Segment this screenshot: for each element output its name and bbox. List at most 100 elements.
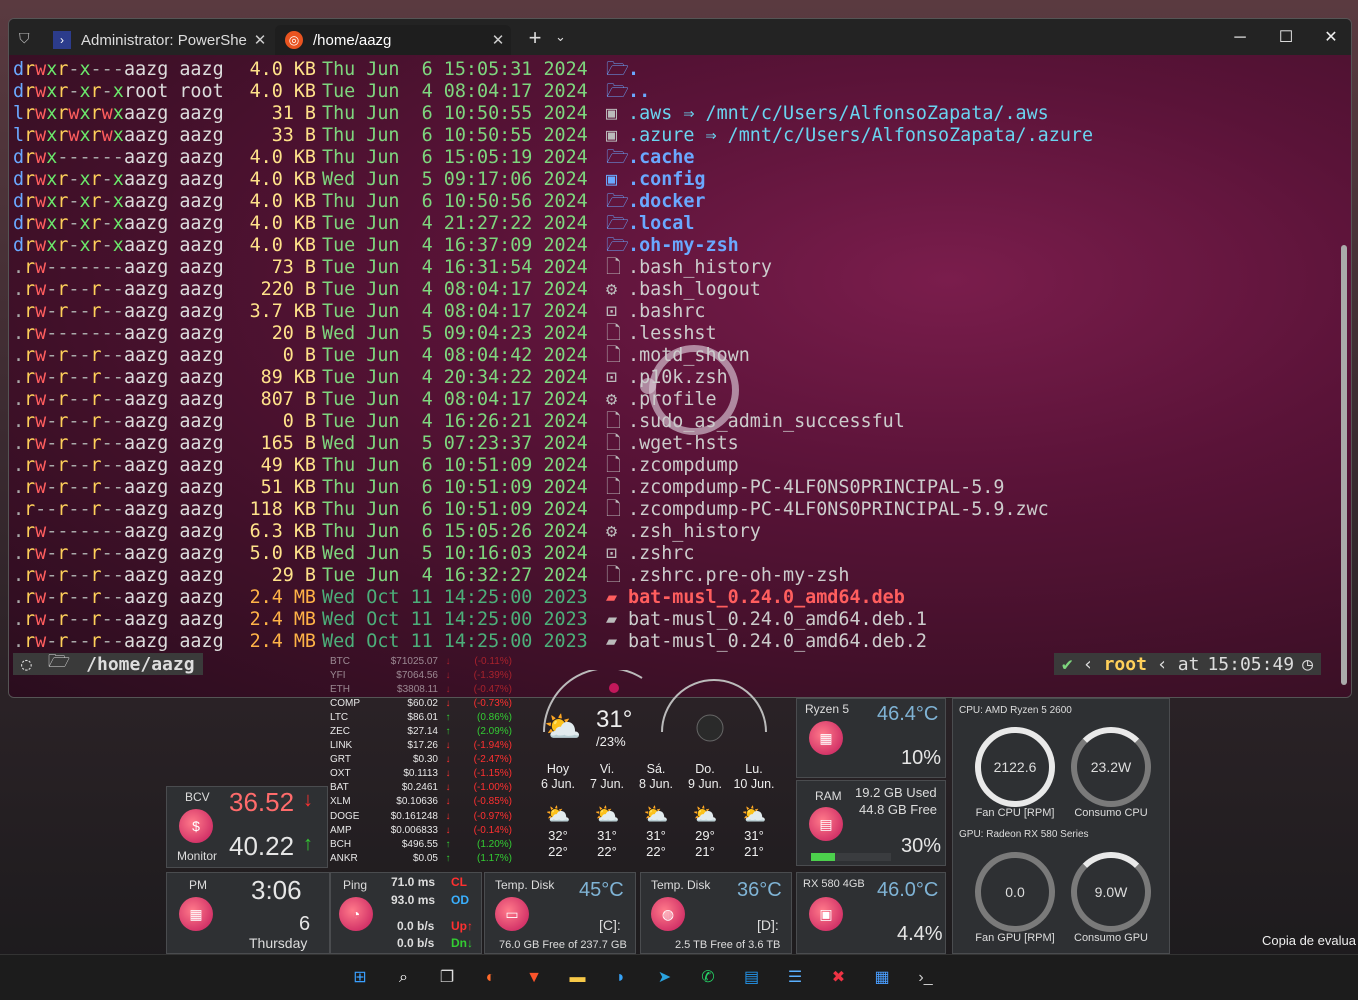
file-name: bat-musl_0.24.0_amd64.deb.1 xyxy=(628,609,927,630)
temp-low: 22° xyxy=(548,844,568,859)
check-icon: ✔ xyxy=(1061,653,1073,675)
arrow-down-icon: ↓ xyxy=(445,669,451,681)
file-type-icon: 🗋 xyxy=(606,323,621,344)
shield-icon: ⛉ xyxy=(19,30,30,46)
crypto-change: (-1.39%) xyxy=(473,669,512,681)
ls-row: drwx------aazg aazg 4.0 KB Thu Jun 6 15:05… xyxy=(13,147,1093,169)
file-name: .bash_logout xyxy=(628,279,761,300)
permissions: drwxr-xr-x xyxy=(13,213,124,234)
crypto-change: (-2.47%) xyxy=(473,754,512,766)
crypto-change: (-0.47%) xyxy=(473,683,512,695)
ram-bar xyxy=(811,853,891,861)
evaluation-watermark: Copia de evalua xyxy=(1262,933,1356,948)
scrollbar[interactable] xyxy=(1339,55,1349,697)
xbox-icon[interactable]: ✖ xyxy=(824,963,854,993)
edge-icon[interactable]: ◗ xyxy=(606,963,636,993)
file-size: 807 B xyxy=(260,389,316,410)
file-type-icon: ▣ xyxy=(606,125,618,146)
partly-cloudy-icon: ⛅ xyxy=(692,804,718,826)
file-size: 0 B xyxy=(282,411,316,432)
close-tab-icon[interactable]: ✕ xyxy=(485,31,511,49)
terminal-output[interactable]: drwxr-x---aazg aazg 4.0 KB Thu Jun 6 15:05… xyxy=(9,55,1351,697)
task-view-icon[interactable]: ❐ xyxy=(432,963,462,993)
scroll-thumb[interactable] xyxy=(1341,245,1347,685)
permissions: .rw-r--r-- xyxy=(13,565,124,586)
modified-date: Wed Jun 5 07:23:37 2024 xyxy=(322,433,588,454)
file-type-icon: 🗋 xyxy=(606,411,621,432)
ls-row: .rw-r--r--aazg aazg 49 KB Thu Jun 6 10:51:… xyxy=(13,455,1093,477)
file-type-icon: 🗋 xyxy=(606,433,621,454)
file-name: .cache xyxy=(628,147,695,168)
permissions: drwxr-xr-x xyxy=(13,191,124,212)
permissions: .rw-r--r-- xyxy=(13,411,124,432)
crypto-row: BTC $71025.07 ↓ (-0.11%) xyxy=(330,654,516,668)
docker-icon[interactable]: ▤ xyxy=(737,963,767,993)
ls-row: .r--r--r--aazg aazg 118 KB Thu Jun 6 10:51… xyxy=(13,499,1093,521)
day-name: Lu. xyxy=(745,762,763,776)
temp-high: 32° xyxy=(548,828,568,843)
ls-row: lrwxrwxrwxaazg aazg 31 B Thu Jun 6 10:50:5… xyxy=(13,103,1093,125)
file-type-icon: 🗁 xyxy=(606,81,629,102)
ls-row: .rw-r--r--aazg aazg 0 B Tue Jun 4 08:04:42… xyxy=(13,345,1093,367)
clock-day: 6 xyxy=(299,913,311,935)
crypto-price: $71025.07 xyxy=(390,655,438,667)
file-type-icon: ▰ xyxy=(606,631,618,652)
start-icon[interactable]: ⊞ xyxy=(345,963,375,993)
crypto-change: (1.17%) xyxy=(476,852,512,864)
forecast-day: Hoy 6 Jun. xyxy=(534,762,582,792)
store-icon[interactable]: ▦ xyxy=(867,963,897,993)
gpu-power-label: Consumo GPU xyxy=(1074,932,1148,944)
partly-cloudy-icon: ⛅ xyxy=(545,804,571,826)
new-tab-button[interactable]: + xyxy=(523,25,547,51)
forecast-temps: 32° 22° xyxy=(534,828,582,860)
file-type-icon: 🗋 xyxy=(606,565,621,586)
ls-row: .rw-------aazg aazg 73 B Tue Jun 4 16:31:5… xyxy=(13,257,1093,279)
permissions: .rw-r--r-- xyxy=(13,543,124,564)
file-size: 0 B xyxy=(282,345,316,366)
tab-dropdown-button[interactable]: ⌄ xyxy=(555,29,566,45)
crypto-price: $0.05 xyxy=(412,852,438,864)
modified-date: Wed Oct 11 14:25:00 2023 xyxy=(322,587,588,608)
day-name: Do. xyxy=(695,762,715,776)
file-type-icon: 🗋 xyxy=(606,499,621,520)
ls-row: .rw-r--r--aazg aazg 2.4 MB Wed Oct 11 14:2… xyxy=(13,587,1093,609)
owner-group: aazg aazg xyxy=(124,609,224,630)
file-size: 51 KB xyxy=(260,477,316,498)
crypto-price: $0.10636 xyxy=(396,796,438,808)
maximize-button[interactable]: ☐ xyxy=(1269,25,1303,51)
terminal-window: ⛉ › Administrator: PowerShe ✕ ◎ /home/aa… xyxy=(8,18,1352,698)
file-size: 118 KB xyxy=(249,499,316,520)
crypto-row: LINK $17.26 ↓ (-1.94%) xyxy=(330,739,516,753)
modified-date: Thu Jun 6 10:50:55 2024 xyxy=(322,125,588,146)
file-size: 6.3 KB xyxy=(249,521,316,542)
crypto-symbol: COMP xyxy=(330,697,360,709)
close-tab-icon[interactable]: ✕ xyxy=(247,31,273,49)
terminal-icon[interactable]: ›_ xyxy=(911,963,941,993)
file-size: 4.0 KB xyxy=(249,81,316,102)
bcv-value: 36.52 xyxy=(229,787,295,817)
humidity: /23% xyxy=(596,734,626,749)
whatsapp-icon[interactable]: ✆ xyxy=(693,963,723,993)
ls-row: .rw-r--r--aazg aazg 165 B Wed Jun 5 07:23:… xyxy=(13,433,1093,455)
owner-group: aazg aazg xyxy=(124,103,224,124)
app-icon[interactable]: ◐ xyxy=(476,963,506,993)
telegram-icon[interactable]: ➤ xyxy=(650,963,680,993)
file-name: .local xyxy=(628,213,695,234)
crypto-row: ETH $3808.11 ↓ (-0.47%) xyxy=(330,682,516,696)
file-name: .aws xyxy=(628,103,673,124)
tab-powershell[interactable]: › Administrator: PowerShe ✕ xyxy=(43,25,273,55)
owner-group: aazg aazg xyxy=(124,521,224,542)
file-explorer-icon[interactable]: ▬ xyxy=(563,963,593,993)
file-size: 73 B xyxy=(271,257,316,278)
brave-icon[interactable]: ▼ xyxy=(519,963,549,993)
permissions: .rw-r--r-- xyxy=(13,367,124,388)
file-type-icon: 🗁 xyxy=(606,235,629,256)
crypto-symbol: YFI xyxy=(330,669,346,681)
notepad-icon[interactable]: ☰ xyxy=(780,963,810,993)
tab-home-aazg[interactable]: ◎ /home/aazg ✕ xyxy=(275,25,511,55)
search-icon[interactable]: ⌕ xyxy=(389,963,419,993)
close-window-button[interactable]: ✕ xyxy=(1314,25,1348,51)
crypto-ticker: BTC $71025.07 ↓ (-0.11%) YFI $7064.56 ↓ (-1.39%… xyxy=(330,654,516,865)
ram-bar-fill xyxy=(811,853,835,861)
minimize-button[interactable]: ─ xyxy=(1223,25,1257,51)
